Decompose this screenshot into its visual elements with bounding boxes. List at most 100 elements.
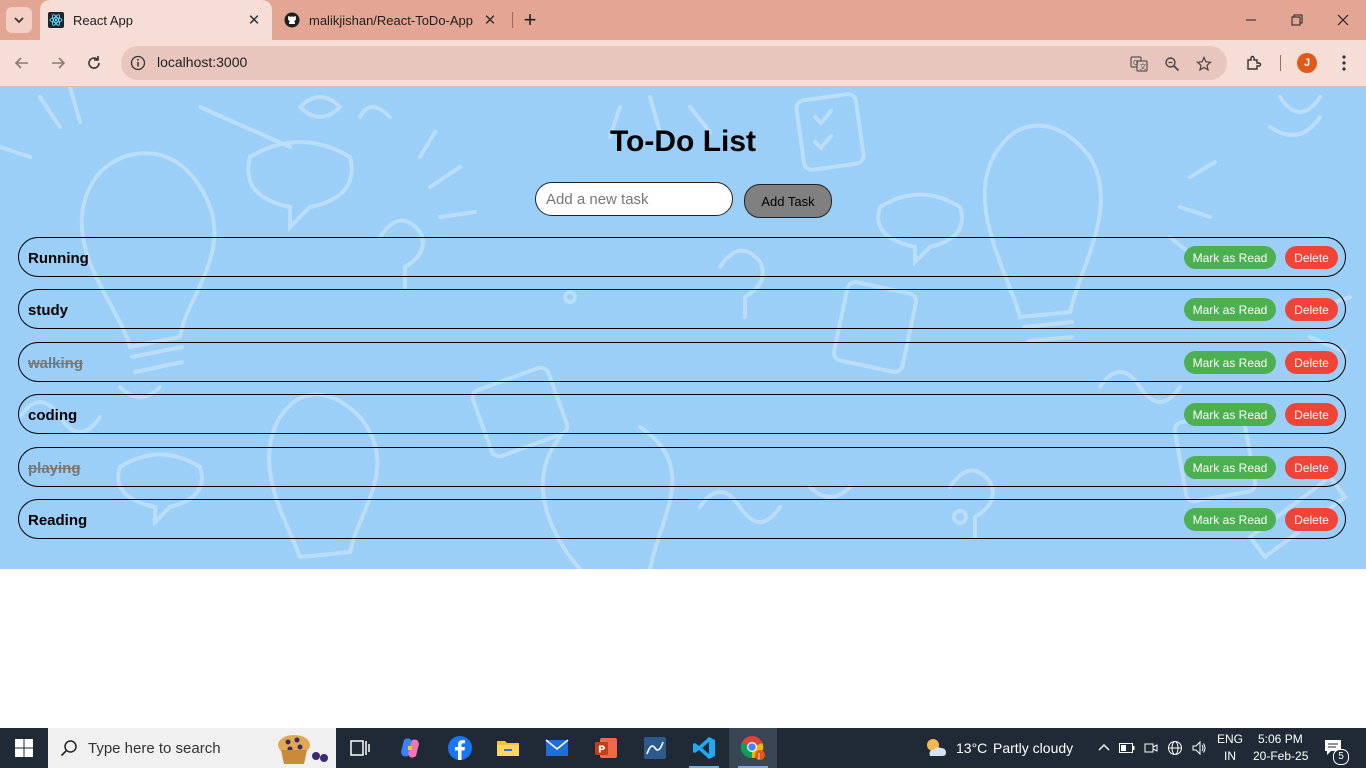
- tab-github-repo[interactable]: malikjishan/React-ToDo-App ✕: [276, 0, 508, 40]
- chrome-app[interactable]: J: [729, 728, 777, 768]
- task-view-icon: [350, 740, 370, 756]
- chevron-down-icon: [14, 17, 24, 24]
- facebook-icon: [448, 736, 472, 760]
- tab-title: React App: [73, 12, 133, 28]
- bookmark-star-icon[interactable]: [1194, 54, 1214, 74]
- close-icon: [1337, 14, 1349, 26]
- task-item: Reading Mark as Read Delete: [18, 499, 1346, 539]
- reload-button[interactable]: [81, 50, 107, 76]
- network-globe-icon[interactable]: [1167, 740, 1183, 756]
- minimize-button[interactable]: [1228, 0, 1274, 40]
- notification-count-badge: 5: [1333, 749, 1349, 765]
- close-tab-icon[interactable]: ✕: [480, 10, 500, 30]
- search-placeholder: Type here to search: [88, 740, 221, 757]
- delete-button[interactable]: Delete: [1285, 246, 1338, 269]
- vscode-icon: [693, 737, 715, 759]
- task-name: coding: [28, 407, 78, 424]
- delete-button[interactable]: Delete: [1285, 351, 1338, 374]
- task-item: walking Mark as Read Delete: [18, 342, 1346, 382]
- mark-as-read-button[interactable]: Mark as Read: [1184, 456, 1276, 479]
- copilot-icon: [401, 738, 419, 758]
- reload-icon: [88, 56, 100, 69]
- app-page: To-Do List Add Task Running Mark as Read D…: [0, 87, 1366, 569]
- address-bar[interactable]: localhost:3000 G文: [121, 46, 1227, 80]
- svg-text:J: J: [757, 752, 760, 760]
- restore-button[interactable]: [1274, 0, 1320, 40]
- back-button[interactable]: [9, 50, 35, 76]
- chevron-up-icon[interactable]: [1096, 740, 1112, 756]
- new-tab-button[interactable]: +: [518, 7, 542, 32]
- translate-icon[interactable]: G文: [1129, 54, 1149, 74]
- weather-description[interactable]: Partly cloudy: [993, 740, 1073, 756]
- vscode-app[interactable]: [680, 728, 728, 768]
- copilot-app[interactable]: [386, 728, 434, 768]
- new-task-input[interactable]: [535, 182, 733, 216]
- input-language[interactable]: ENG: [1217, 732, 1243, 746]
- file-explorer-app[interactable]: [484, 728, 532, 768]
- mark-as-read-button[interactable]: Mark as Read: [1184, 351, 1276, 374]
- delete-button[interactable]: Delete: [1285, 508, 1338, 531]
- close-tab-icon[interactable]: ✕: [244, 10, 264, 30]
- delete-button[interactable]: Delete: [1285, 298, 1338, 321]
- svg-text:文: 文: [1140, 62, 1147, 71]
- task-item: Running Mark as Read Delete: [18, 237, 1346, 277]
- weather-partly-cloudy-icon[interactable]: [924, 736, 948, 760]
- toolbar-divider: [1280, 55, 1281, 71]
- task-view-button[interactable]: [336, 728, 384, 768]
- taskbar-search[interactable]: Type here to search: [48, 728, 336, 768]
- svg-text:P: P: [598, 745, 605, 756]
- task-name: Running: [28, 250, 89, 267]
- task-name: study: [28, 302, 69, 319]
- tab-strip: React App ✕ malikjishan/React-ToDo-App ✕…: [0, 0, 1366, 40]
- search-icon: [60, 739, 78, 757]
- tab-title: malikjishan/React-ToDo-App: [309, 12, 474, 28]
- add-task-button[interactable]: Add Task: [744, 184, 832, 218]
- clock-time[interactable]: 5:06 PM: [1258, 732, 1303, 746]
- folder-icon: [497, 741, 519, 756]
- github-icon: [284, 12, 300, 28]
- clock-date[interactable]: 20-Feb-25: [1253, 749, 1308, 763]
- windows-taskbar: Type here to search P J 13°C Partly clou…: [0, 728, 1366, 768]
- mark-as-read-button[interactable]: Mark as Read: [1184, 403, 1276, 426]
- meet-now-icon[interactable]: [1143, 740, 1159, 756]
- delete-button[interactable]: Delete: [1285, 456, 1338, 479]
- mark-as-read-button[interactable]: Mark as Read: [1184, 298, 1276, 321]
- react-icon: [48, 12, 64, 28]
- zoom-icon[interactable]: [1162, 54, 1182, 74]
- facebook-app[interactable]: [436, 728, 484, 768]
- start-button[interactable]: [0, 728, 48, 768]
- arrow-right-icon: [52, 57, 66, 69]
- mail-app[interactable]: [533, 728, 581, 768]
- browser-toolbar: localhost:3000 G文 J: [0, 40, 1366, 87]
- chrome-icon: J: [740, 736, 765, 760]
- profile-avatar[interactable]: J: [1297, 53, 1317, 73]
- volume-icon[interactable]: [1191, 740, 1207, 756]
- task-name: walking: [28, 355, 84, 372]
- tab-search-button[interactable]: [6, 7, 32, 33]
- task-item: study Mark as Read Delete: [18, 289, 1346, 329]
- battery-icon[interactable]: [1119, 740, 1135, 756]
- delete-button[interactable]: Delete: [1285, 403, 1338, 426]
- task-name: Reading: [28, 512, 88, 529]
- site-info-icon[interactable]: [129, 54, 147, 72]
- mysql-workbench-icon: [644, 737, 666, 759]
- svg-text:G: G: [1133, 59, 1138, 67]
- minimize-icon: [1246, 19, 1256, 21]
- weather-temperature[interactable]: 13°C: [956, 740, 987, 756]
- muffin-icon: [278, 735, 328, 764]
- mark-as-read-button[interactable]: Mark as Read: [1184, 508, 1276, 531]
- extensions-icon[interactable]: [1243, 52, 1265, 74]
- task-name: playing: [28, 460, 81, 477]
- mysql-workbench-app[interactable]: [631, 728, 679, 768]
- powerpoint-app[interactable]: P: [582, 728, 630, 768]
- mark-as-read-button[interactable]: Mark as Read: [1184, 246, 1276, 269]
- tab-react-app[interactable]: React App ✕: [40, 0, 272, 40]
- url-text: localhost:3000: [157, 54, 248, 70]
- task-item: playing Mark as Read Delete: [18, 447, 1346, 487]
- mail-icon: [545, 739, 569, 756]
- tab-divider: [512, 12, 513, 28]
- close-window-button[interactable]: [1320, 0, 1366, 40]
- input-region[interactable]: IN: [1224, 749, 1236, 763]
- more-menu-icon[interactable]: [1333, 52, 1355, 74]
- forward-button[interactable]: [45, 50, 71, 76]
